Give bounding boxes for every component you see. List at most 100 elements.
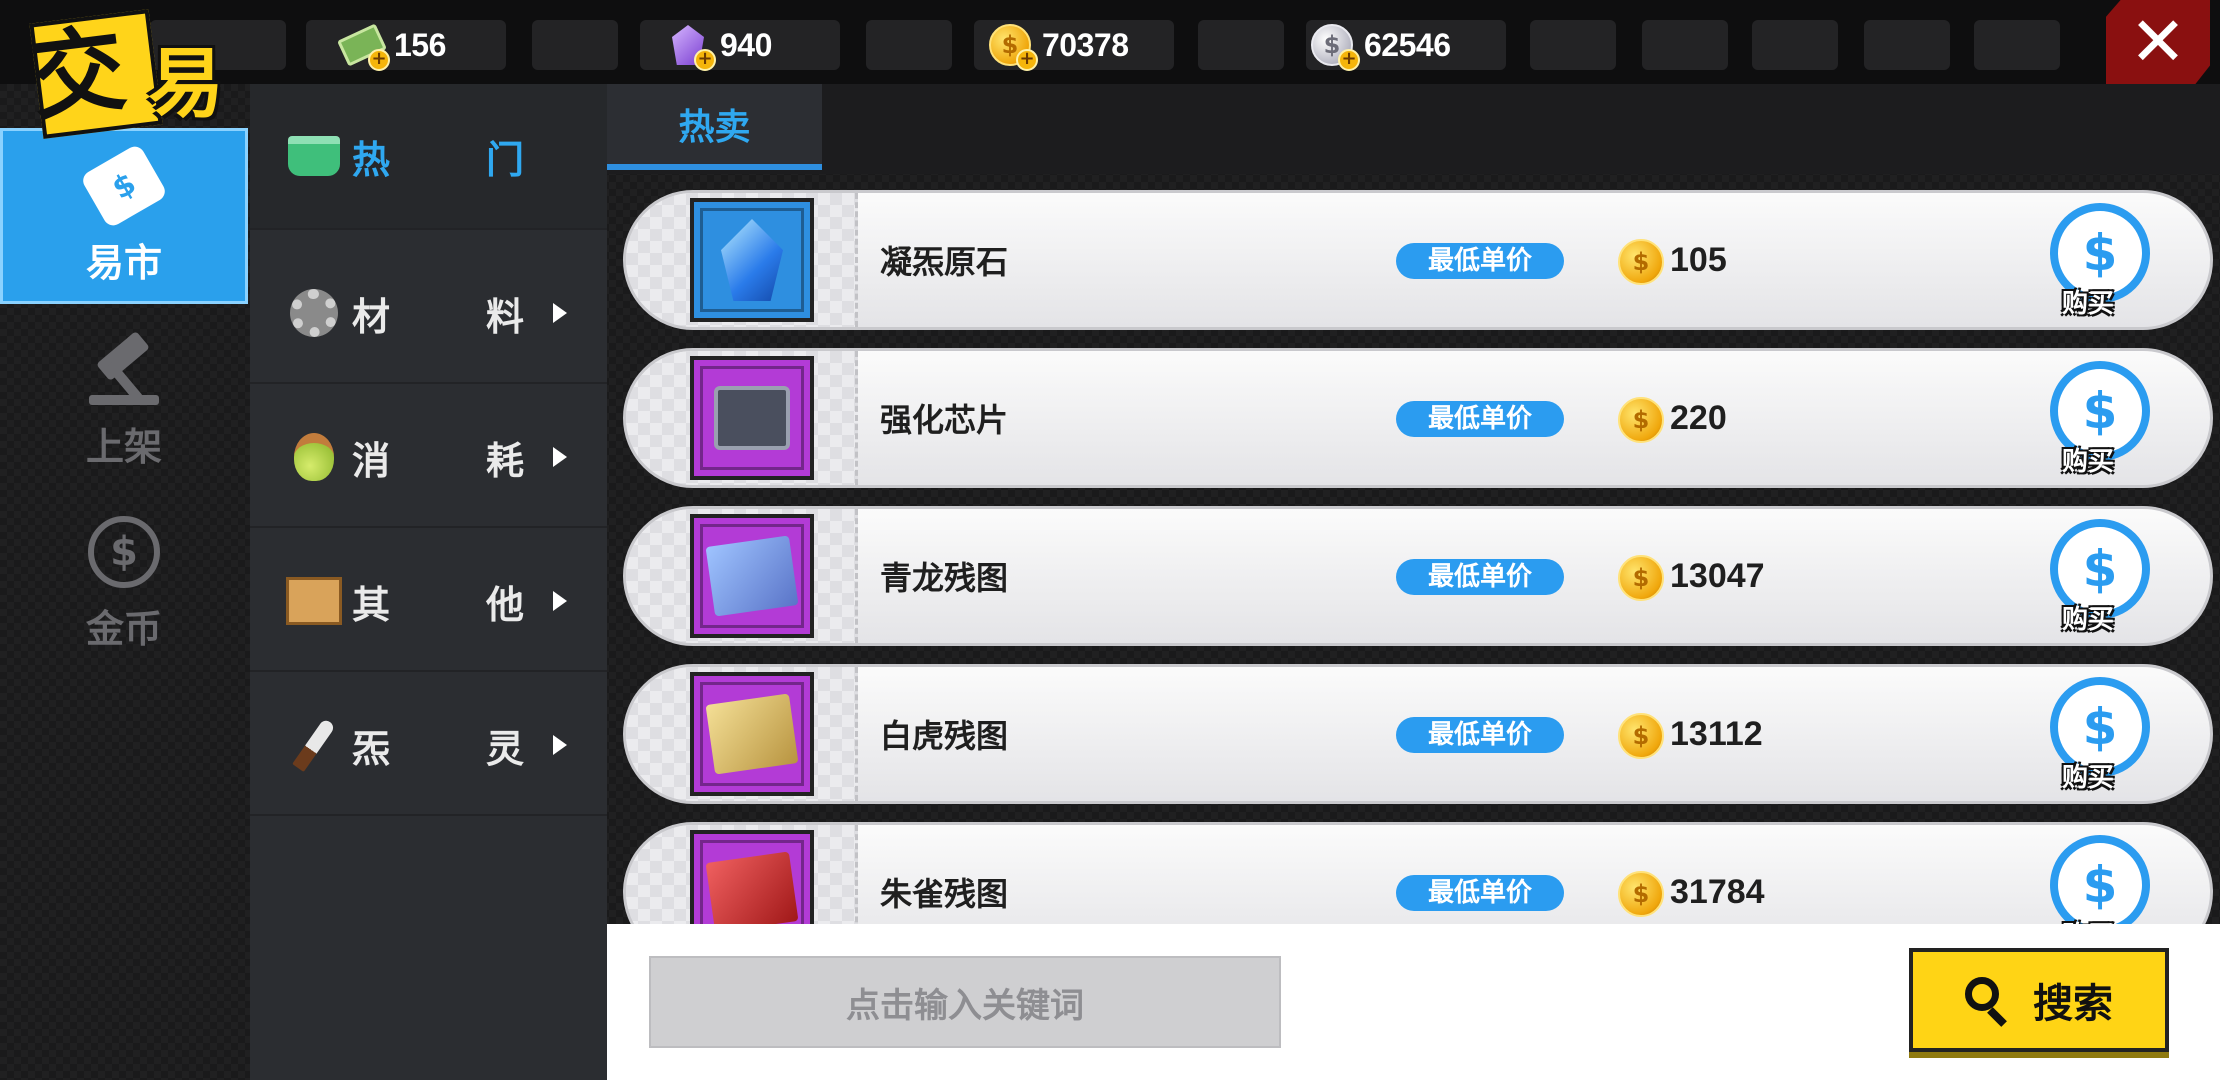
tab-hot-sale[interactable]: 热卖 [607,84,822,170]
buy-label: 购买 [2062,289,2115,319]
category-materials[interactable]: 材 料 [250,244,607,384]
dollar-icon: $ [2082,540,2118,598]
price-tag-icon: $ [79,142,169,229]
category-spirit[interactable]: 炁 灵 [250,676,607,816]
cash-icon: + [337,21,390,71]
potion-icon [286,429,342,485]
item-name: 凝炁原石 [880,243,1009,281]
plus-icon[interactable]: + [368,49,390,71]
knife-icon [286,717,342,773]
plus-icon[interactable]: + [1338,49,1360,71]
cash-value: 156 [394,26,446,63]
gold-coin-icon: $ [1618,239,1664,285]
nav-label: 上架 [85,424,162,469]
category-label-right: 门 [486,137,525,182]
category-label-left: 材 [352,294,391,339]
buy-label: 购买 [2062,763,2115,793]
item-thumbnail [690,830,814,924]
category-hot[interactable]: 热 门 [250,84,607,230]
tab-bar: 热卖 [607,84,2220,174]
chevron-right-icon [553,303,567,323]
gem-icon: + [664,21,716,71]
gem-value: 940 [720,26,772,63]
search-button-label: 搜索 [2033,981,2113,1027]
silver-value: 62546 [1364,26,1451,63]
plus-icon[interactable]: + [694,49,716,71]
category-menu: 热 门 材 料 消 耗 其 他 炁 灵 [250,84,607,1080]
list-item[interactable]: 强化芯片 最低单价 $ 220 $ 购买 [623,348,2213,488]
gold-value: 70378 [1042,26,1129,63]
nav-item-gold[interactable]: $ 金币 [0,502,248,662]
bar-slot [1752,20,1838,70]
cash-counter[interactable]: + 156 [337,18,446,72]
category-consumables[interactable]: 消 耗 [250,388,607,528]
search-icon [1965,977,2011,1027]
item-name: 白虎残图 [880,717,1009,755]
left-nav: $ 易市 上架 $ 金币 [0,84,250,1080]
bar-slot [866,20,952,70]
coin-icon: $ [84,512,164,592]
gavel-icon [84,330,164,410]
bar-slot [1530,20,1616,70]
nav-item-market[interactable]: $ 易市 [0,128,248,304]
basket-icon [286,128,342,184]
list-item[interactable]: 青龙残图 最低单价 $ 13047 $ 购买 [623,506,2213,646]
lowest-price-badge: 最低单价 [1396,559,1564,595]
category-label-right: 耗 [486,438,525,483]
crystal-icon [721,219,783,301]
list-item[interactable]: 白虎残图 最低单价 $ 13112 $ 购买 [623,664,2213,804]
bar-slot [1642,20,1728,70]
gold-coin-icon: $ [1618,555,1664,601]
search-button[interactable]: 搜索 [1909,948,2169,1052]
gem-counter[interactable]: + 940 [664,18,772,72]
nav-label: 易市 [85,240,162,285]
gold-counter[interactable]: $ + 70378 [986,18,1129,72]
close-icon: ✕ [2129,2,2187,82]
dollar-icon: $ [2082,856,2118,914]
item-thumbnail [690,198,814,322]
category-label-left: 其 [352,582,391,627]
list-item[interactable]: 朱雀残图 最低单价 $ 31784 $ 购买 [623,822,2213,924]
crate-icon [286,573,342,629]
item-thumbnail [690,514,814,638]
item-name: 强化芯片 [880,401,1009,439]
trade-logo: 交 易 [18,6,254,139]
dollar-icon: $ [2082,382,2118,440]
item-price: 220 [1670,399,1727,437]
map-icon [705,851,799,924]
nav-item-list-item[interactable]: 上架 [0,320,248,480]
logo-char-1: 交 [24,14,132,135]
search-input[interactable]: 点击输入关键词 [649,956,1281,1048]
plus-icon[interactable]: + [1016,49,1038,71]
silver-counter[interactable]: $ + 62546 [1308,18,1451,72]
category-label-right: 他 [486,582,525,627]
item-name: 青龙残图 [880,559,1009,597]
tab-label: 热卖 [678,107,751,148]
category-label-right: 灵 [486,726,525,771]
resource-bar: + 156 + 940 $ + 70378 $ + 62546 ✕ [0,0,2220,84]
gold-coin-icon: $ + [986,21,1038,71]
bar-slot [1864,20,1950,70]
silver-coin-icon: $ + [1308,21,1360,71]
search-bar: 点击输入关键词 搜索 [607,924,2220,1080]
gold-coin-icon: $ [1618,713,1664,759]
gold-coin-icon: $ [1618,871,1664,917]
item-name: 朱雀残图 [880,875,1009,913]
chevron-right-icon [553,591,567,611]
category-label-left: 炁 [352,726,391,771]
chevron-right-icon [553,447,567,467]
item-thumbnail [690,672,814,796]
item-price: 105 [1670,241,1727,279]
buy-button[interactable]: $ [2050,835,2150,924]
list-item[interactable]: 凝炁原石 最低单价 $ 105 $ 购买 [623,190,2213,330]
buy-label: 购买 [2062,915,2114,924]
category-label-left: 热 [352,137,391,182]
gear-icon [286,285,342,341]
dollar-icon: $ [2082,698,2118,756]
category-label-right: 料 [486,294,525,339]
item-price: 13112 [1670,715,1763,753]
close-button[interactable]: ✕ [2106,0,2210,84]
item-price: 31784 [1670,873,1765,911]
item-list[interactable]: 凝炁原石 最低单价 $ 105 $ 购买 强化芯片 最低单价 $ 220 $ 购… [607,174,2220,924]
category-other[interactable]: 其 他 [250,532,607,672]
